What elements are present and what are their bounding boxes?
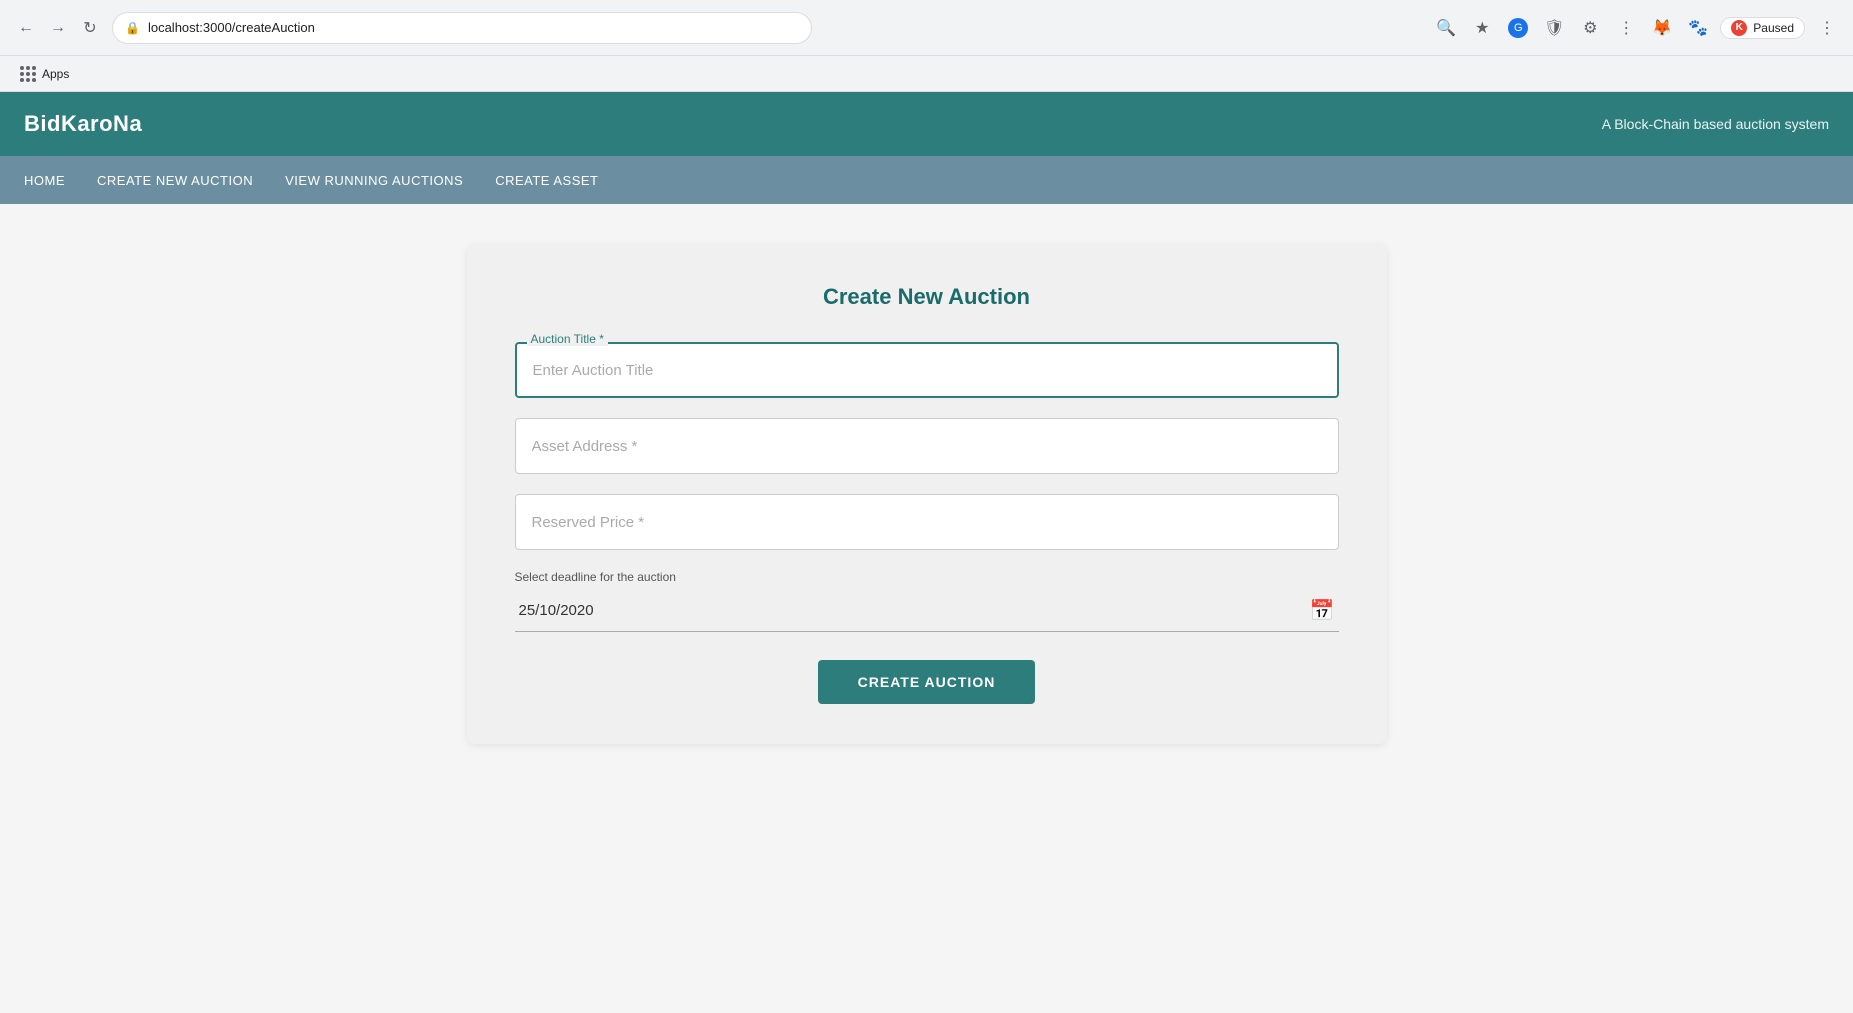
- main-content: Create New Auction Auction Title * Selec…: [0, 204, 1853, 1013]
- fox-button[interactable]: 🦊: [1648, 14, 1676, 42]
- auction-title-label: Auction Title *: [527, 332, 608, 346]
- browser-chrome: ← → ↻ 🔒 localhost:3000/createAuction 🔍 ★…: [0, 0, 1853, 56]
- paused-label: Paused: [1753, 21, 1794, 35]
- date-value: 25/10/2020: [519, 602, 1302, 619]
- asset-address-input[interactable]: [515, 418, 1339, 474]
- reserved-price-input[interactable]: [515, 494, 1339, 550]
- app-subtitle: A Block-Chain based auction system: [1602, 116, 1829, 132]
- extension-button[interactable]: ⚙: [1576, 14, 1604, 42]
- app-title: BidKaroNa: [24, 111, 142, 137]
- apps-bookmark[interactable]: Apps: [12, 62, 77, 86]
- shield-button[interactable]: 🛡: [1540, 14, 1568, 42]
- reload-button[interactable]: ↻: [76, 14, 104, 42]
- nav-view-auctions[interactable]: VIEW RUNNING AUCTIONS: [285, 169, 463, 192]
- bookmarks-bar: Apps: [0, 56, 1853, 92]
- search-button[interactable]: 🔍: [1432, 14, 1460, 42]
- menu-button[interactable]: ⋮: [1813, 14, 1841, 42]
- bookmark-star-button[interactable]: ★: [1468, 14, 1496, 42]
- form-card: Create New Auction Auction Title * Selec…: [467, 244, 1387, 744]
- apps-label: Apps: [42, 67, 69, 81]
- auction-title-group: Auction Title *: [515, 342, 1339, 398]
- create-auction-button[interactable]: CREATE AUCTION: [818, 660, 1036, 704]
- apps-grid-icon: [20, 66, 36, 82]
- asset-address-group: [515, 418, 1339, 474]
- date-label: Select deadline for the auction: [515, 570, 1339, 584]
- nav-create-asset[interactable]: CREATE ASSET: [495, 169, 598, 192]
- form-title: Create New Auction: [515, 284, 1339, 310]
- paused-badge[interactable]: K Paused: [1720, 17, 1805, 39]
- grid-button[interactable]: ⋮: [1612, 14, 1640, 42]
- paused-key: K: [1736, 22, 1743, 33]
- browser-nav-buttons: ← → ↻: [12, 14, 104, 42]
- lock-icon: 🔒: [125, 21, 140, 35]
- nav-home[interactable]: HOME: [24, 169, 65, 192]
- date-input-wrapper[interactable]: 25/10/2020 📅: [515, 590, 1339, 632]
- calendar-icon[interactable]: 📅: [1310, 598, 1335, 623]
- auction-title-input[interactable]: [515, 342, 1339, 398]
- app-header: BidKaroNa A Block-Chain based auction sy…: [0, 92, 1853, 156]
- url-text: localhost:3000/createAuction: [148, 20, 315, 35]
- forward-button[interactable]: →: [44, 14, 72, 42]
- profile-button[interactable]: G: [1504, 14, 1532, 42]
- paw-button[interactable]: 🐾: [1684, 14, 1712, 42]
- date-section: Select deadline for the auction 25/10/20…: [515, 570, 1339, 632]
- nav-bar: HOME CREATE NEW AUCTION VIEW RUNNING AUC…: [0, 156, 1853, 204]
- address-bar[interactable]: 🔒 localhost:3000/createAuction: [112, 12, 812, 44]
- paused-circle-icon: K: [1731, 20, 1747, 36]
- nav-create-auction[interactable]: CREATE NEW AUCTION: [97, 169, 253, 192]
- back-button[interactable]: ←: [12, 14, 40, 42]
- reserved-price-group: [515, 494, 1339, 550]
- browser-actions: 🔍 ★ G 🛡 ⚙ ⋮ 🦊 🐾 K Paused ⋮: [1432, 14, 1841, 42]
